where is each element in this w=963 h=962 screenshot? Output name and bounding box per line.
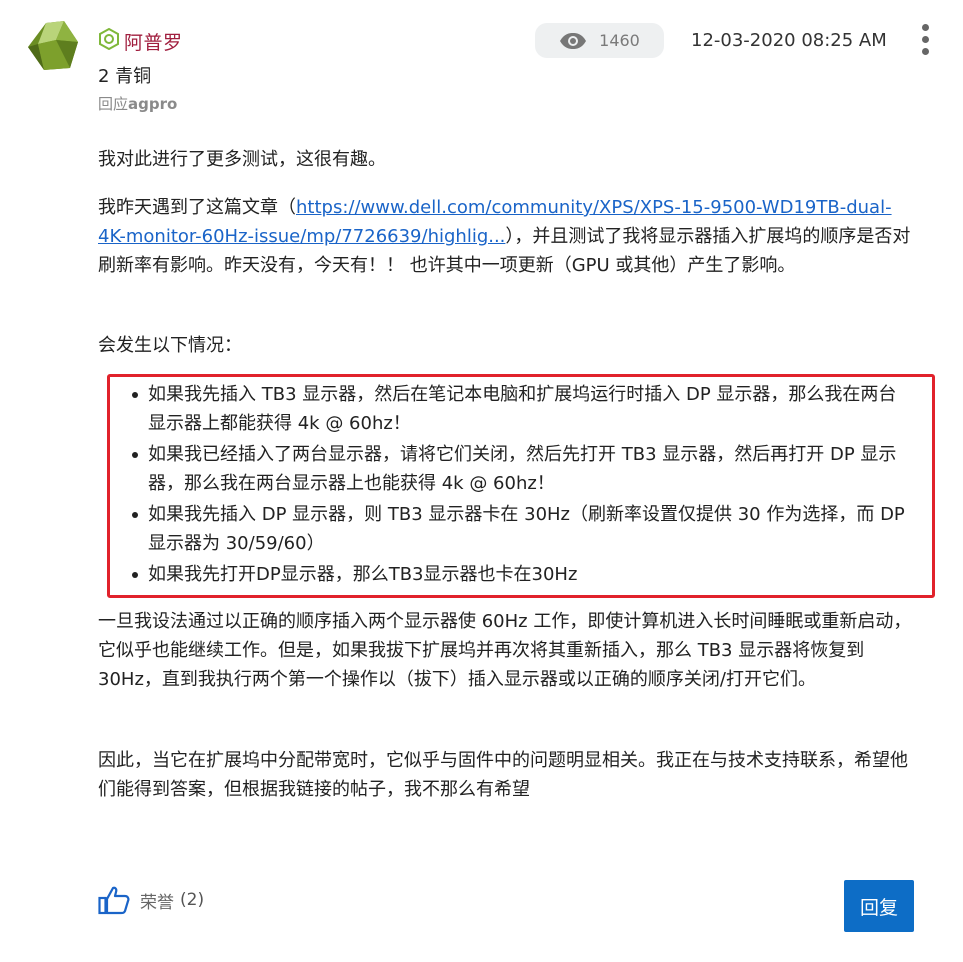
- kudos-count: (2): [180, 890, 205, 910]
- kudos-label: 荣誉: [140, 892, 174, 913]
- reply-to-user[interactable]: agpro: [128, 95, 177, 113]
- post-timestamp: 12-03-2020 08:25 AM: [691, 30, 887, 51]
- reply-to-line: 回应agpro: [98, 93, 177, 114]
- more-vertical-icon[interactable]: [916, 24, 934, 60]
- paragraph-5: 因此，当它在扩展坞中分配带宽时，它似乎与固件中的问题明显相关。我正在与技术支持联…: [98, 750, 908, 800]
- list-item: 如果我先插入 TB3 显示器，然后在笔记本电脑和扩展坞运行时插入 DP 显示器，…: [127, 380, 907, 438]
- paragraph-1: 我对此进行了更多测试，这很有趣。: [98, 149, 386, 170]
- author-rank: 2 青铜: [98, 66, 152, 87]
- reply-button[interactable]: 回复: [844, 880, 914, 932]
- paragraph-2: 我昨天遇到了这篇文章（https://www.dell.com/communit…: [98, 193, 913, 280]
- thumbs-up-icon: [98, 886, 130, 915]
- list-item: 如果我先插入 DP 显示器，则 TB3 显示器卡在 30Hz（刷新率设置仅提供 …: [127, 500, 907, 558]
- author-row: 阿普罗: [98, 27, 183, 55]
- list-item: 如果我已经插入了两台显示器，请将它们关闭，然后先打开 TB3 显示器，然后再打开…: [127, 440, 907, 498]
- paragraph-4: 一旦我设法通过以正确的顺序插入两个显示器使 60Hz 工作，即使计算机进入长时间…: [98, 611, 912, 690]
- views-count: 1460: [599, 31, 640, 50]
- eye-icon: [560, 32, 587, 49]
- bullet-list: 如果我先插入 TB3 显示器，然后在笔记本电脑和扩展坞运行时插入 DP 显示器，…: [127, 380, 907, 591]
- reply-prefix: 回应: [98, 95, 129, 113]
- author-name[interactable]: 阿普罗: [124, 28, 183, 55]
- views-badge: 1460: [535, 23, 664, 58]
- list-item: 如果我先打开DP显示器，那么TB3显示器也卡在30Hz: [127, 560, 907, 589]
- kudos-button[interactable]: 荣誉 (2): [98, 885, 204, 915]
- hexagon-badge-icon: [98, 27, 120, 54]
- avatar[interactable]: [26, 20, 80, 72]
- paragraph-3: 会发生以下情况：: [98, 335, 242, 356]
- paragraph-2-before: 我昨天遇到了这篇文章（: [98, 197, 296, 218]
